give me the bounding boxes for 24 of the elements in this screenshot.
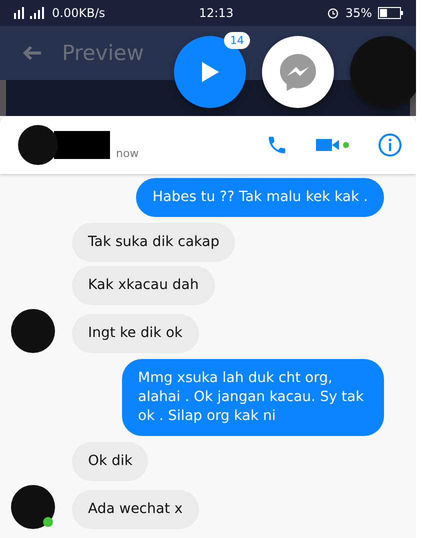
app-bar-title: Preview bbox=[62, 41, 144, 65]
play-icon bbox=[200, 61, 220, 83]
received-message: Kak xkacau dah bbox=[72, 266, 215, 305]
received-message: Ingt ke dik ok bbox=[72, 314, 199, 353]
contact-status: now bbox=[116, 147, 139, 160]
battery-icon bbox=[378, 7, 404, 19]
messenger-icon bbox=[277, 51, 319, 93]
alarm-icon bbox=[327, 7, 340, 19]
unread-badge: 14 bbox=[224, 32, 250, 49]
received-message: Tak suka dik cakap bbox=[72, 223, 236, 262]
received-message: Ok dik bbox=[72, 442, 148, 481]
signal-icon bbox=[12, 7, 46, 19]
phone-icon[interactable] bbox=[266, 134, 288, 156]
video-camera-icon[interactable] bbox=[316, 137, 350, 153]
battery-percent: 35% bbox=[345, 6, 372, 20]
contact-avatar bbox=[18, 125, 58, 165]
sent-message: Mmg xsuka lah duk cht org, alahai . Ok jangan kacau. Sy tak ok . Silap org kak ni bbox=[122, 359, 384, 436]
network-speed: 0.00KB/s bbox=[52, 6, 106, 20]
info-icon[interactable] bbox=[378, 133, 402, 157]
received-message: Ada wechat x bbox=[72, 490, 199, 529]
sent-message: Habes tu ?? Tak malu kek kak . bbox=[136, 178, 384, 217]
back-arrow-icon[interactable] bbox=[22, 45, 42, 61]
clock-time: 12:13 bbox=[198, 6, 234, 20]
redaction-bar bbox=[54, 131, 110, 159]
